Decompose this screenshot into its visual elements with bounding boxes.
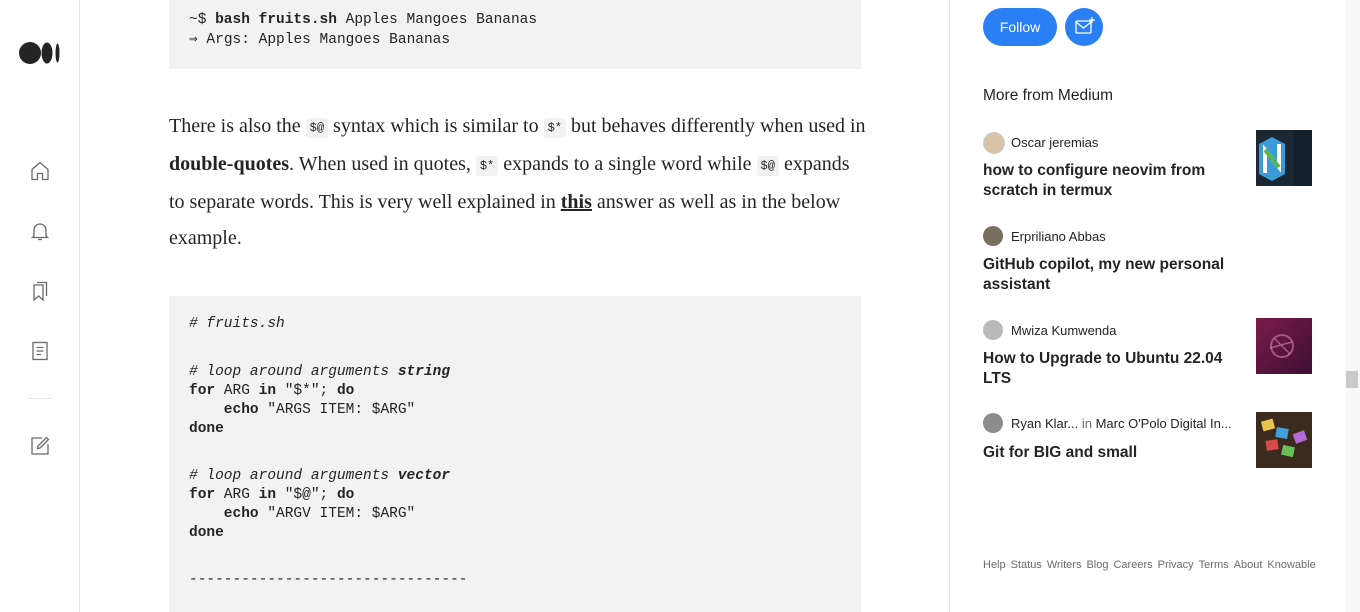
footer-link-careers[interactable]: Careers bbox=[1113, 559, 1152, 571]
footer-link-privacy[interactable]: Privacy bbox=[1158, 559, 1194, 571]
story-title[interactable]: Git for BIG and small bbox=[983, 443, 1233, 463]
keyword: echo bbox=[189, 402, 259, 418]
comment-emphasis: string bbox=[397, 364, 451, 380]
keyword: in bbox=[258, 487, 277, 503]
code-line: for ARG in "$@"; do bbox=[189, 487, 354, 503]
text-run: There is also the bbox=[169, 115, 306, 137]
inline-code: $@ bbox=[305, 118, 329, 138]
story-author[interactable]: Oscar jeremias bbox=[1011, 135, 1098, 150]
footer-link-help[interactable]: Help bbox=[983, 559, 1006, 571]
code-command: bash fruits.sh bbox=[215, 12, 337, 28]
code-line: -------------------------------- bbox=[189, 572, 468, 588]
story-title[interactable]: GitHub copilot, my new personal assistan… bbox=[983, 255, 1233, 295]
code-comment: # fruits.sh bbox=[189, 316, 285, 332]
comment-text: # loop around arguments bbox=[189, 364, 398, 380]
story-author[interactable]: Mwiza Kumwenda bbox=[1011, 323, 1117, 338]
footer-link-knowable[interactable]: Knowable bbox=[1267, 559, 1315, 571]
code-line: echo "ARGS ITEM: $ARG" bbox=[189, 402, 415, 418]
keyword: for bbox=[189, 487, 216, 503]
code-text: ARG bbox=[215, 487, 259, 503]
comment-emphasis: vector bbox=[397, 468, 451, 484]
more-from-medium-heading: More from Medium bbox=[983, 87, 1114, 104]
right-sidebar: Follow More from Medium Oscar jeremias h… bbox=[949, 0, 1346, 612]
footer-link-terms[interactable]: Terms bbox=[1199, 559, 1229, 571]
footer-link-writers[interactable]: Writers bbox=[1047, 559, 1082, 571]
story-thumbnail[interactable] bbox=[1256, 130, 1312, 186]
bold-text: double-quotes bbox=[169, 153, 290, 175]
keyword: echo bbox=[189, 506, 259, 522]
scrollbar-thumb[interactable] bbox=[1346, 371, 1358, 388]
page-scrollbar[interactable] bbox=[1345, 0, 1360, 612]
medium-logo-icon[interactable] bbox=[19, 42, 61, 64]
code-text: "$@"; bbox=[276, 487, 337, 503]
code-text: "ARGS ITEM: $ARG" bbox=[258, 402, 416, 418]
code-line: for ARG in "$*"; do bbox=[189, 383, 354, 399]
text-run: . When used in quotes, bbox=[289, 153, 476, 175]
bookmarks-icon[interactable] bbox=[28, 279, 52, 303]
story-publication[interactable]: Marc O'Polo Digital In... bbox=[1096, 416, 1232, 431]
keyword: do bbox=[336, 383, 355, 399]
code-block-script: # fruits.sh # loop around arguments stri… bbox=[169, 296, 861, 612]
story-title[interactable]: how to configure neovim from scratch in … bbox=[983, 161, 1233, 201]
code-block-output: ~$ bash fruits.sh Apples Mangoes Bananas… bbox=[169, 0, 861, 69]
footer-link-blog[interactable]: Blog bbox=[1086, 559, 1108, 571]
code-line: ~$ bash fruits.sh Apples Mangoes Bananas bbox=[189, 12, 537, 28]
code-line: ⇒ Args: Apples Mangoes Bananas bbox=[189, 32, 451, 48]
in-label: in bbox=[1081, 416, 1092, 431]
keyword: in bbox=[258, 383, 277, 399]
code-text: ARG bbox=[215, 383, 259, 399]
code-line: done bbox=[189, 525, 224, 541]
follow-button[interactable]: Follow bbox=[983, 8, 1057, 46]
code-text: "$*"; bbox=[276, 383, 337, 399]
code-prompt: ~$ bbox=[189, 12, 216, 28]
story-thumbnail[interactable] bbox=[1256, 318, 1312, 374]
text-run: but behaves differently when used in bbox=[565, 115, 866, 137]
text-run: syntax which is similar to bbox=[328, 115, 544, 137]
code-line: done bbox=[189, 421, 224, 437]
comment-text: # loop around arguments bbox=[189, 468, 398, 484]
author-avatar bbox=[983, 320, 1003, 340]
footer-link-status[interactable]: Status bbox=[1011, 559, 1042, 571]
article-paragraph: There is also the $@ syntax which is sim… bbox=[169, 108, 869, 256]
code-args: Apples Mangoes Bananas bbox=[336, 12, 538, 28]
code-text: "ARGV ITEM: $ARG" bbox=[258, 506, 416, 522]
author-avatar bbox=[983, 132, 1005, 154]
rail-divider bbox=[28, 398, 52, 399]
code-comment: # loop around arguments string bbox=[189, 364, 450, 380]
code-comment: # loop around arguments vector bbox=[189, 468, 450, 484]
keyword: do bbox=[336, 487, 355, 503]
story-author[interactable]: Ryan Klar... bbox=[1011, 416, 1078, 431]
write-icon[interactable] bbox=[28, 434, 52, 458]
inline-code: $@ bbox=[756, 156, 779, 176]
story-author[interactable]: Erpriliano Abbas bbox=[1011, 229, 1106, 244]
left-rail bbox=[0, 0, 80, 612]
inline-code: $* bbox=[543, 118, 566, 138]
subscribe-mail-icon bbox=[1075, 17, 1095, 34]
story-title[interactable]: How to Upgrade to Ubuntu 22.04 LTS bbox=[983, 349, 1233, 389]
subscribe-button[interactable] bbox=[1065, 8, 1103, 46]
text-run: expands to a single word while bbox=[498, 153, 757, 175]
code-line: echo "ARGV ITEM: $ARG" bbox=[189, 506, 415, 522]
stories-icon[interactable] bbox=[28, 339, 52, 363]
footer-link-about[interactable]: About bbox=[1234, 559, 1263, 571]
keyword: for bbox=[189, 383, 216, 399]
story-thumbnail[interactable] bbox=[1256, 412, 1312, 468]
author-avatar bbox=[983, 226, 1003, 246]
story-byline: Ryan Klar... in Marc O'Polo Digital In..… bbox=[1011, 416, 1232, 431]
home-icon[interactable] bbox=[28, 159, 52, 183]
sidebar-footer: Help Status Writers Blog Careers Privacy Terms… bbox=[983, 557, 1316, 573]
inline-code: $* bbox=[475, 156, 499, 176]
bell-icon[interactable] bbox=[28, 219, 52, 243]
this-answer-link[interactable]: this bbox=[561, 191, 592, 213]
author-avatar bbox=[983, 413, 1003, 433]
